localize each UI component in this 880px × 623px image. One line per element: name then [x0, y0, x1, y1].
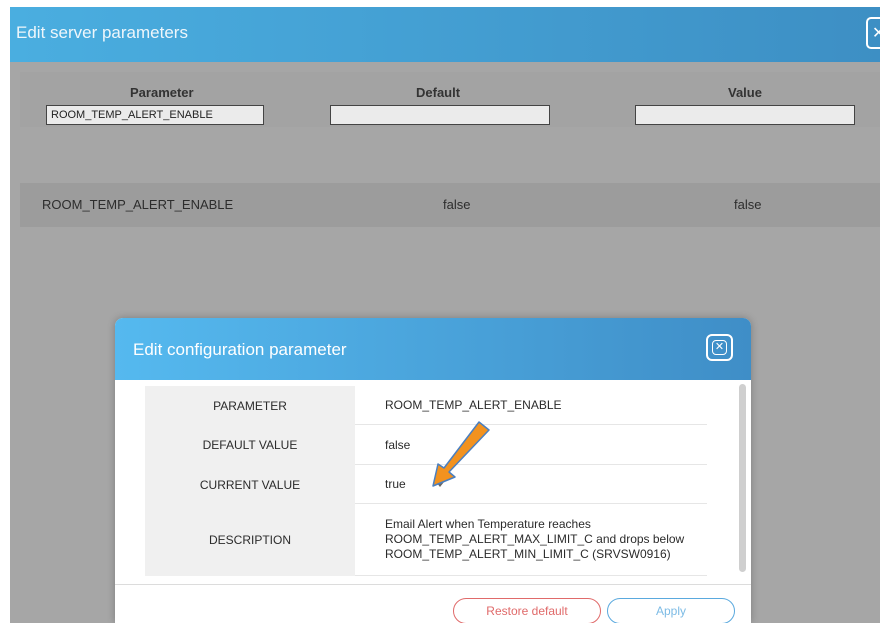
modal-header: Edit configuration parameter ✕ — [115, 318, 751, 380]
close-icon[interactable]: ✕ — [866, 17, 880, 49]
description-row: DESCRIPTION Email Alert when Temperature… — [145, 504, 707, 576]
parameter-value: ROOM_TEMP_ALERT_ENABLE — [355, 386, 707, 425]
current-value-text: true — [385, 477, 406, 491]
apply-button[interactable]: Apply — [607, 598, 735, 623]
scrollbar-thumb[interactable] — [739, 384, 746, 572]
row-value: false — [734, 197, 762, 212]
modal-title: Edit configuration parameter — [133, 340, 347, 359]
column-header-default[interactable]: Default — [416, 85, 460, 100]
description-line: Email Alert when Temperature reaches — [385, 517, 591, 531]
current-value-label: CURRENT VALUE — [145, 465, 355, 504]
row-default: false — [443, 197, 471, 212]
default-filter-input[interactable] — [330, 105, 550, 125]
window-header: Edit server parameters ✕ — [10, 7, 880, 62]
column-header-value[interactable]: Value — [728, 85, 762, 100]
description-value: Email Alert when Temperature reaches ROO… — [355, 504, 707, 576]
current-value-select[interactable]: true — [355, 465, 707, 504]
row-parameter: ROOM_TEMP_ALERT_ENABLE — [42, 197, 234, 212]
annotation-arrow-icon — [432, 421, 490, 487]
default-value-label: DEFAULT VALUE — [145, 425, 355, 465]
column-header-parameter[interactable]: Parameter — [130, 85, 194, 100]
description-line: ROOM_TEMP_ALERT_MAX_LIMIT_C and drops be… — [385, 532, 685, 546]
description-label: DESCRIPTION — [145, 504, 355, 576]
default-value: false — [355, 425, 707, 465]
spacer — [20, 128, 880, 183]
close-icon[interactable]: ✕ — [706, 334, 733, 361]
value-filter-input[interactable] — [635, 105, 855, 125]
restore-default-button[interactable]: Restore default — [453, 598, 601, 623]
window-title: Edit server parameters — [16, 23, 188, 42]
table-row[interactable]: ROOM_TEMP_ALERT_ENABLE false false — [20, 183, 880, 227]
parameter-label: PARAMETER — [145, 386, 355, 425]
modal-footer: Restore default Apply — [115, 584, 751, 623]
filter-header: Parameter Default Value — [20, 72, 880, 127]
parameter-filter-input[interactable] — [46, 105, 264, 125]
description-line: ROOM_TEMP_ALERT_MIN_LIMIT_C (SRVSW0916) — [385, 547, 671, 561]
